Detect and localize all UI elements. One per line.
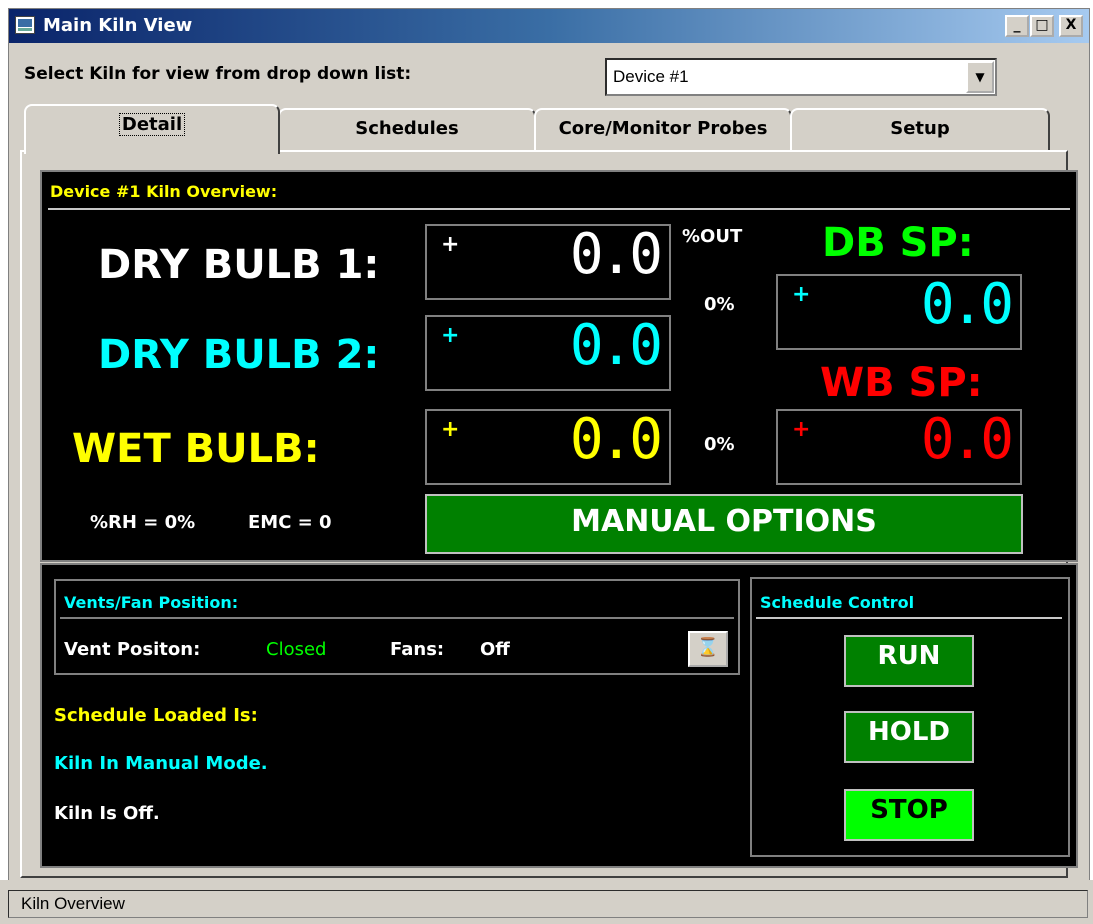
vent-position-value: Closed — [266, 639, 327, 660]
wb-sp-value: 0.0 — [920, 407, 1014, 472]
status-bar: Kiln Overview — [0, 880, 1093, 924]
stop-button[interactable]: STOP — [844, 789, 974, 841]
db-sp-value: 0.0 — [920, 272, 1014, 337]
wb-percent-out: 0% — [704, 434, 735, 455]
dry-bulb-2-display: + 0.0 — [425, 313, 671, 391]
fans-value: Off — [480, 639, 510, 660]
dry-bulb-2-label: DRY BULB 2: — [98, 332, 380, 378]
wb-sp-label: WB SP: — [820, 360, 983, 406]
schedule-control-divider — [756, 617, 1062, 619]
overview-divider — [48, 208, 1070, 210]
dry-bulb-2-sign: + — [441, 323, 460, 348]
window-title: Main Kiln View — [43, 15, 193, 36]
dry-bulb-2-value: 0.0 — [569, 313, 663, 378]
vents-fan-title: Vents/Fan Position: — [64, 593, 239, 612]
wet-bulb-label: WET BULB: — [72, 426, 320, 472]
wet-bulb-value: 0.0 — [569, 407, 663, 472]
kiln-select-label: Select Kiln for view from drop down list… — [24, 64, 412, 84]
tab-schedules[interactable]: Schedules — [278, 108, 536, 150]
kiln-overview-panel: Device #1 Kiln Overview: DRY BULB 1: DRY… — [40, 170, 1078, 562]
rh-readout: %RH = 0% — [90, 512, 196, 533]
wet-bulb-display: + 0.0 — [425, 407, 671, 485]
manual-options-button[interactable]: MANUAL OPTIONS — [425, 494, 1023, 554]
db-sp-sign: + — [792, 282, 811, 307]
dry-bulb-1-label: DRY BULB 1: — [98, 242, 380, 288]
kiln-select-value: Device #1 — [613, 67, 689, 86]
close-button[interactable]: X — [1059, 15, 1083, 37]
hourglass-icon[interactable]: ⌛ — [688, 631, 728, 667]
db-percent-out: 0% — [704, 294, 735, 315]
tab-core-probes-label: Core/Monitor Probes — [558, 118, 768, 139]
tab-setup-label: Setup — [890, 118, 950, 139]
emc-readout: EMC = 0 — [248, 512, 332, 533]
tab-setup[interactable]: Setup — [790, 108, 1050, 150]
dry-bulb-1-display: + 0.0 — [425, 222, 671, 300]
kiln-select-dropdown[interactable]: Device #1 ▼ — [605, 58, 997, 96]
tab-detail-label: Detail — [118, 113, 186, 136]
status-cell: Kiln Overview — [8, 890, 1088, 918]
vents-divider — [60, 617, 734, 619]
minimize-button[interactable]: _ — [1005, 15, 1029, 37]
vents-fan-panel: Vents/Fan Position: Vent Positon: Closed… — [54, 579, 740, 675]
app-icon — [15, 16, 35, 34]
vent-position-label: Vent Positon: — [64, 639, 201, 660]
maximize-button[interactable]: □ — [1030, 15, 1054, 37]
wet-bulb-sign: + — [441, 417, 460, 442]
bottom-panel: Vents/Fan Position: Vent Positon: Closed… — [40, 563, 1078, 868]
wb-sp-display: + 0.0 — [776, 407, 1022, 485]
run-button[interactable]: RUN — [844, 635, 974, 687]
dry-bulb-1-value: 0.0 — [569, 222, 663, 287]
status-text: Kiln Overview — [21, 894, 125, 913]
hold-button[interactable]: HOLD — [844, 711, 974, 763]
kiln-mode-label: Kiln In Manual Mode. — [54, 753, 268, 774]
schedule-loaded-label: Schedule Loaded Is: — [54, 705, 258, 726]
tab-schedules-label: Schedules — [355, 118, 459, 139]
fans-label: Fans: — [390, 639, 445, 660]
percent-out-header: %OUT — [682, 226, 743, 247]
tab-core-monitor-probes[interactable]: Core/Monitor Probes — [534, 108, 792, 150]
title-bar: Main Kiln View _ □ X — [9, 9, 1089, 43]
schedule-control-title: Schedule Control — [760, 593, 915, 612]
kiln-state-label: Kiln Is Off. — [54, 803, 160, 824]
schedule-control-panel: Schedule Control RUN HOLD STOP — [750, 577, 1070, 857]
tab-detail[interactable]: Detail — [24, 104, 280, 154]
db-sp-label: DB SP: — [822, 220, 974, 266]
dry-bulb-1-sign: + — [441, 232, 460, 257]
db-sp-display: + 0.0 — [776, 272, 1022, 350]
dropdown-arrow-icon[interactable]: ▼ — [966, 61, 994, 93]
overview-title: Device #1 Kiln Overview: — [50, 182, 278, 201]
wb-sp-sign: + — [792, 417, 811, 442]
